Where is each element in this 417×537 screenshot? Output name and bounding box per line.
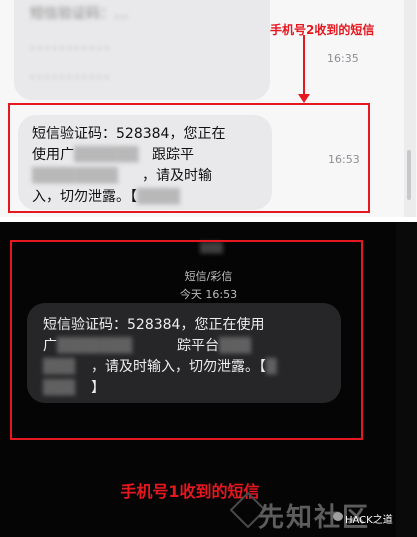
arrow-head-icon — [298, 94, 310, 103]
annotation-phone2: 手机号2收到的短信 — [270, 23, 375, 37]
highlight-box-phone2 — [8, 103, 370, 213]
highlight-box-phone1 — [10, 240, 363, 440]
wechat-icon — [333, 512, 343, 521]
message-timestamp: 16:35 — [327, 52, 359, 65]
scrollbar-thumb[interactable] — [407, 150, 411, 200]
message-text-previous: 短信验证码：… ........... ........... — [30, 6, 128, 82]
watermark-account: HACK之道 — [345, 515, 393, 526]
arrow-icon — [303, 35, 305, 100]
